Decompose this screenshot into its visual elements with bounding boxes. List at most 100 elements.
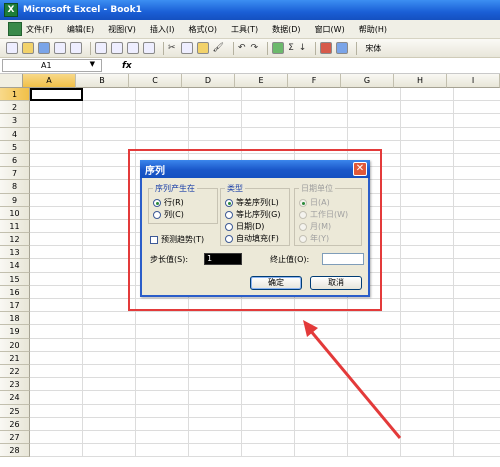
cell[interactable] xyxy=(401,285,454,299)
cell[interactable] xyxy=(401,391,454,405)
cell[interactable] xyxy=(295,404,348,418)
cell[interactable] xyxy=(136,88,189,102)
row-header[interactable]: 27 xyxy=(0,430,30,445)
cell[interactable] xyxy=(348,444,401,458)
cell[interactable] xyxy=(30,272,83,286)
cell[interactable] xyxy=(295,430,348,445)
option-growth[interactable]: 等比序列(G) xyxy=(225,209,280,220)
cell[interactable] xyxy=(242,444,295,458)
row-header[interactable]: 17 xyxy=(0,299,30,313)
cell[interactable] xyxy=(136,351,189,365)
cell[interactable] xyxy=(401,206,454,220)
cell[interactable] xyxy=(348,430,401,445)
help-icon[interactable] xyxy=(336,42,349,54)
column-header[interactable]: G xyxy=(341,74,394,88)
cell[interactable] xyxy=(401,259,454,273)
cell[interactable] xyxy=(454,194,500,207)
cell[interactable] xyxy=(30,114,83,128)
radio-date[interactable] xyxy=(225,222,233,231)
option-columns[interactable]: 列(C) xyxy=(153,209,184,220)
cell[interactable] xyxy=(295,88,348,102)
cell[interactable] xyxy=(401,430,454,445)
print-icon[interactable] xyxy=(95,42,107,54)
cell[interactable] xyxy=(30,338,83,352)
cell[interactable] xyxy=(30,153,83,168)
row-header[interactable]: 10 xyxy=(0,206,30,220)
permission-icon[interactable] xyxy=(54,42,66,54)
cell[interactable] xyxy=(454,259,500,273)
cell[interactable] xyxy=(348,101,401,115)
cell[interactable] xyxy=(348,378,401,392)
paste-icon[interactable] xyxy=(196,42,209,54)
copy-icon[interactable] xyxy=(180,42,193,54)
cell[interactable] xyxy=(136,101,189,115)
row-header[interactable]: 22 xyxy=(0,364,30,379)
cell[interactable] xyxy=(295,338,348,352)
cell[interactable] xyxy=(189,430,242,445)
step-value-input[interactable]: 1 xyxy=(204,253,242,265)
cell[interactable] xyxy=(189,444,242,458)
cell[interactable] xyxy=(242,88,295,102)
row-header[interactable]: 11 xyxy=(0,219,30,234)
cut-icon[interactable]: ✂ xyxy=(168,43,176,53)
radio-linear[interactable] xyxy=(225,198,233,207)
cell[interactable] xyxy=(189,325,242,339)
cell[interactable] xyxy=(242,391,295,405)
option-linear[interactable]: 等差序列(L) xyxy=(225,197,279,208)
cell[interactable] xyxy=(30,180,83,194)
row-header[interactable]: 6 xyxy=(0,153,30,168)
column-header[interactable]: C xyxy=(129,74,182,88)
row-header[interactable]: 8 xyxy=(0,180,30,194)
cell[interactable] xyxy=(401,233,454,247)
column-header[interactable]: F xyxy=(288,74,341,88)
radio-growth[interactable] xyxy=(225,210,233,219)
option-autofill[interactable]: 自动填充(F) xyxy=(225,233,279,244)
cell[interactable] xyxy=(242,364,295,379)
cell[interactable] xyxy=(401,299,454,313)
redo-icon[interactable]: ↷ xyxy=(251,43,259,53)
cell[interactable] xyxy=(83,325,136,339)
cell[interactable] xyxy=(348,391,401,405)
row-header[interactable]: 16 xyxy=(0,285,30,299)
menu-help[interactable]: 帮助(H) xyxy=(359,24,387,35)
cell[interactable] xyxy=(454,325,500,339)
cell[interactable] xyxy=(454,141,500,154)
cell[interactable] xyxy=(401,404,454,418)
cell[interactable] xyxy=(454,299,500,313)
cell[interactable] xyxy=(348,88,401,102)
cell[interactable] xyxy=(136,312,189,326)
email-icon[interactable] xyxy=(70,42,82,54)
cell[interactable] xyxy=(454,391,500,405)
cell[interactable] xyxy=(30,233,83,247)
cell[interactable] xyxy=(136,404,189,418)
row-header[interactable]: 15 xyxy=(0,272,30,286)
cell[interactable] xyxy=(454,246,500,260)
cell[interactable] xyxy=(454,233,500,247)
cell[interactable] xyxy=(401,351,454,365)
cell[interactable] xyxy=(242,351,295,365)
row-header[interactable]: 13 xyxy=(0,246,30,260)
menu-tools[interactable]: 工具(T) xyxy=(231,24,258,35)
cell[interactable] xyxy=(401,193,454,207)
cell[interactable] xyxy=(454,154,500,168)
print-preview-icon[interactable] xyxy=(111,42,123,54)
menu-insert[interactable]: 插入(I) xyxy=(150,24,175,35)
cell[interactable] xyxy=(83,114,136,128)
cell[interactable] xyxy=(348,417,401,431)
cell[interactable] xyxy=(83,430,136,445)
cell[interactable] xyxy=(348,127,401,141)
select-all-corner[interactable] xyxy=(0,74,23,88)
cell[interactable] xyxy=(189,417,242,431)
cell[interactable] xyxy=(242,430,295,445)
menu-window[interactable]: 窗口(W) xyxy=(315,24,345,35)
row-header[interactable]: 25 xyxy=(0,404,30,418)
cell[interactable] xyxy=(189,378,242,392)
cell[interactable] xyxy=(30,167,83,181)
cell[interactable] xyxy=(348,364,401,379)
cell[interactable] xyxy=(242,101,295,115)
cell[interactable] xyxy=(136,325,189,339)
cell[interactable] xyxy=(30,404,83,418)
cell[interactable] xyxy=(30,378,83,392)
row-header[interactable]: 12 xyxy=(0,233,30,247)
cell[interactable] xyxy=(242,378,295,392)
